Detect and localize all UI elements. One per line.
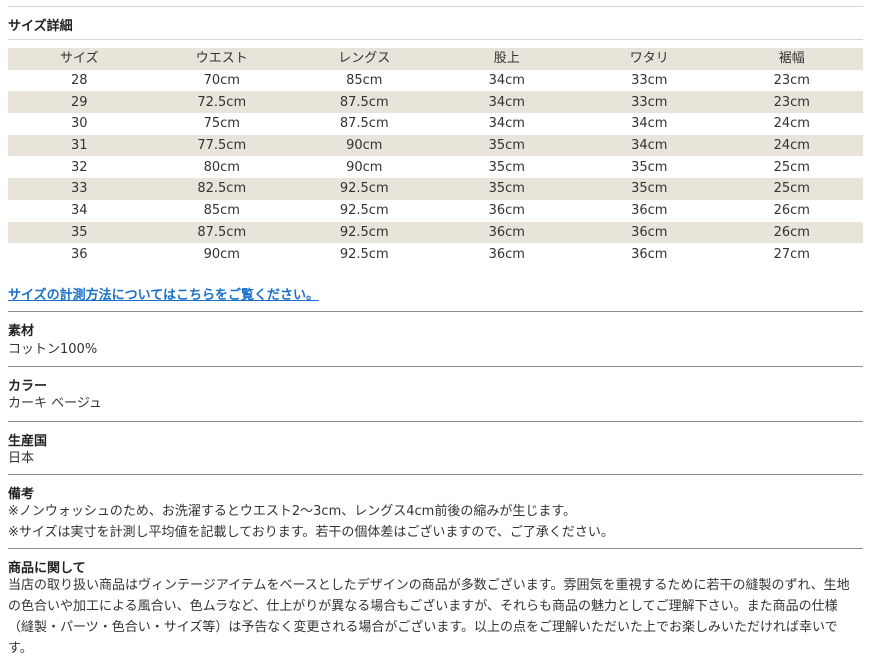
notes-line: ※ノンウォッシュのため、お洗濯するとウエスト2～3cm、レングス4cm前後の縮み… [8,504,577,519]
about-line: の色合いや加工による風合い、色ムラなど、仕上がりが異なる場合もございますが、それ… [8,599,838,614]
color-label: カラー [8,379,48,394]
cell-thigh: 33cm [631,94,668,110]
cell-hem: 25cm [773,181,810,197]
about-divider [8,548,863,549]
about-label: 商品に関して [8,561,86,576]
cell-rise: 34cm [488,94,525,110]
size-table: サイズ ウエスト レングス 股上 ワタリ 裾幅 28 70cm 85cm 34cm 33… [8,48,863,265]
cell-waist: 72.5cm [197,94,247,110]
cell-rise: 35cm [488,138,525,154]
column-header-rise: 股上 [493,51,520,67]
notes-text: ※ノンウォッシュのため、お洗濯するとウエスト2～3cm、レングス4cm前後の縮み… [8,501,868,543]
cell-size: 31 [70,138,88,154]
cell-length: 87.5cm [339,94,389,110]
cell-size: 34 [70,203,88,219]
cell-waist: 80cm [203,159,240,175]
cell-waist: 75cm [203,116,240,132]
size-measure-link[interactable]: サイズの計測方法についてはこちらをご覧ください。 [8,284,319,303]
origin-label: 生産国 [8,434,48,449]
cell-length: 92.5cm [339,181,389,197]
color-divider [8,366,863,367]
origin-divider [8,421,863,422]
cell-hem: 26cm [773,224,810,240]
cell-length: 87.5cm [339,116,389,132]
cell-hem: 24cm [773,138,810,154]
about-line: （縫製・パーツ・色合い・サイズ等）は予告なく変更される場合がございます。以上の点… [8,620,838,635]
cell-size: 36 [70,246,88,262]
cell-thigh: 36cm [631,224,668,240]
cell-rise: 36cm [488,203,525,219]
cell-hem: 23cm [773,94,810,110]
table-row: 36 90cm 92.5cm 36cm 36cm 27cm [8,243,863,265]
cell-rise: 35cm [488,159,525,175]
table-row: 30 75cm 87.5cm 34cm 34cm 24cm [8,113,863,135]
top-divider [8,6,863,7]
cell-waist: 70cm [203,73,240,89]
table-row: 32 80cm 90cm 35cm 35cm 25cm [8,156,863,178]
material-divider [8,311,863,312]
cell-waist: 77.5cm [197,138,247,154]
cell-hem: 26cm [773,203,810,219]
notes-divider [8,474,863,475]
cell-hem: 24cm [773,116,810,132]
cell-rise: 36cm [488,246,525,262]
material-label: 素材 [8,324,35,339]
table-row: 28 70cm 85cm 34cm 33cm 23cm [8,70,863,92]
about-line: 当店の取り扱い商品はヴィンテージアイテムをベースとしたデザインの商品が多数ござい… [8,578,850,593]
cell-rise: 34cm [488,116,525,132]
column-header-waist: ウエスト [195,51,248,67]
cell-thigh: 36cm [631,203,668,219]
cell-thigh: 34cm [631,138,668,154]
cell-rise: 35cm [488,181,525,197]
cell-hem: 27cm [773,246,810,262]
cell-length: 85cm [346,73,383,89]
cell-size: 30 [70,116,88,132]
cell-waist: 82.5cm [197,181,247,197]
cell-length: 92.5cm [339,224,389,240]
cell-hem: 23cm [773,73,810,89]
size-section-title: サイズ詳細 [8,19,73,34]
table-row: 34 85cm 92.5cm 36cm 36cm 26cm [8,200,863,222]
cell-waist: 85cm [203,203,240,219]
column-header-thigh: ワタリ [629,51,669,67]
cell-size: 35 [70,224,88,240]
cell-rise: 36cm [488,224,525,240]
column-header-hem: 裾幅 [778,51,805,67]
size-title-divider [8,39,863,40]
table-row: 33 82.5cm 92.5cm 35cm 35cm 25cm [8,178,863,200]
table-row: 35 87.5cm 92.5cm 36cm 36cm 26cm [8,221,863,244]
table-row: 29 72.5cm 87.5cm 34cm 33cm 23cm [8,91,863,114]
cell-length: 92.5cm [339,246,389,262]
column-header-length: レングス [338,51,391,67]
material-value: コットン100% [8,342,98,357]
cell-waist: 90cm [203,246,240,262]
cell-hem: 25cm [773,159,810,175]
cell-thigh: 35cm [631,181,668,197]
size-table-body: 28 70cm 85cm 34cm 33cm 23cm 29 72.5cm 87.5cm 34cm… [8,70,863,265]
about-line: す。 [8,641,33,656]
cell-length: 90cm [346,159,383,175]
cell-size: 33 [70,181,88,197]
cell-thigh: 34cm [631,116,668,132]
cell-size: 32 [70,159,88,175]
size-table-header-row: サイズ ウエスト レングス 股上 ワタリ 裾幅 [8,48,863,70]
color-value: カーキ ベージュ [8,396,102,411]
about-text: 当店の取り扱い商品はヴィンテージアイテムをベースとしたデザインの商品が多数ござい… [8,575,868,659]
cell-length: 90cm [346,138,383,154]
cell-length: 92.5cm [339,203,389,219]
cell-size: 29 [70,94,88,110]
column-header-size: サイズ [59,51,99,67]
table-row: 31 77.5cm 90cm 35cm 34cm 24cm [8,134,863,157]
notes-label: 備考 [8,487,35,502]
cell-rise: 34cm [488,73,525,89]
notes-line: ※サイズは実寸を計測し平均値を記載しております。若干の個体差はございますので、ご… [8,525,614,540]
cell-thigh: 36cm [631,246,668,262]
origin-value: 日本 [8,451,35,466]
cell-size: 28 [70,73,88,89]
cell-waist: 87.5cm [197,224,247,240]
cell-thigh: 33cm [631,73,668,89]
cell-thigh: 35cm [631,159,668,175]
